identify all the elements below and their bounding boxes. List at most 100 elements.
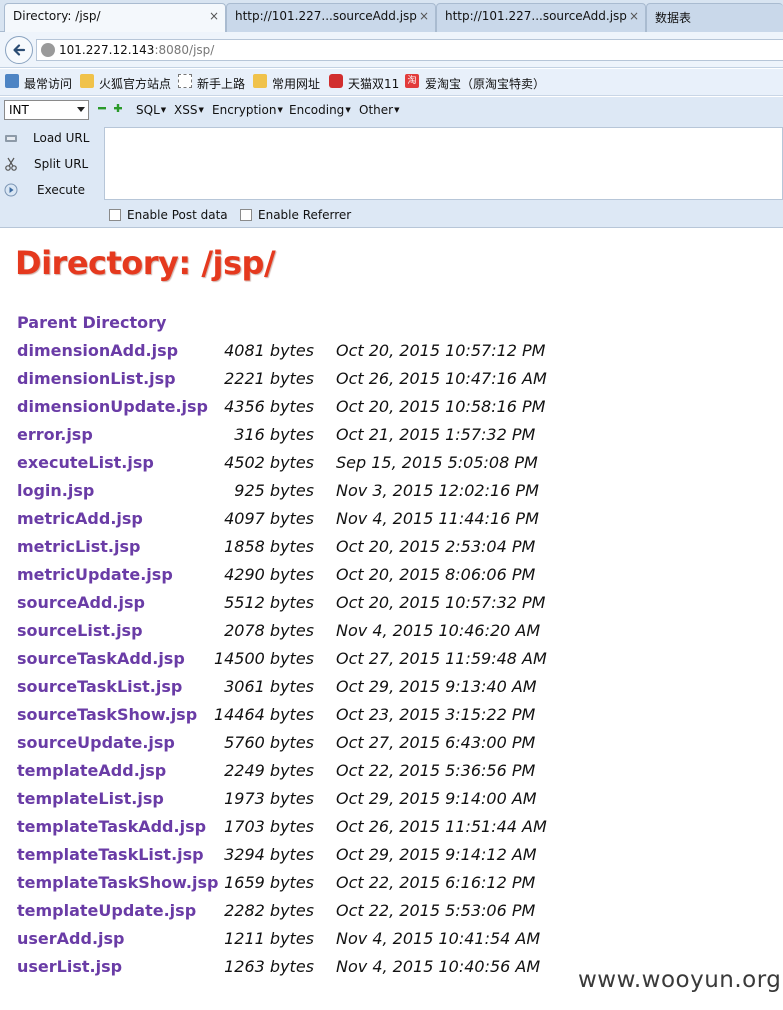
table-row: dimensionAdd.jsp 4081 bytes Oct 20, 2015 1… xyxy=(0,337,783,365)
plus-icon[interactable] xyxy=(113,103,123,113)
bookmark-tmall[interactable]: 天猫双11 xyxy=(348,75,399,92)
close-icon[interactable]: × xyxy=(419,9,429,23)
tab-datatable[interactable]: 数据表 xyxy=(646,3,783,32)
split-url-button[interactable]: Split URL xyxy=(0,153,100,177)
file-link[interactable]: metricUpdate.jsp xyxy=(17,565,173,584)
table-row: dimensionList.jsp 2221 bytes Oct 26, 2015 … xyxy=(0,365,783,393)
table-row: error.jsp 316 bytes Oct 21, 2015 1:57:32 P… xyxy=(0,421,783,449)
execute-button[interactable]: Execute xyxy=(0,179,100,203)
menu-encryption[interactable]: Encryption▼ xyxy=(212,103,283,117)
file-link[interactable]: metricList.jsp xyxy=(17,537,140,556)
file-date: Oct 29, 2015 9:14:12 AM xyxy=(336,845,537,864)
parent-directory-link[interactable]: Parent Directory xyxy=(17,313,166,332)
enable-post-data-checkbox[interactable]: Enable Post data xyxy=(109,208,228,222)
bookmark-most-visited[interactable]: 最常访问 xyxy=(24,75,72,92)
execute-label: Execute xyxy=(37,183,85,197)
load-url-button[interactable]: Load URL xyxy=(0,127,100,151)
folder-icon xyxy=(80,74,94,88)
file-date: Nov 4, 2015 10:40:56 AM xyxy=(336,957,541,976)
tab-bar: Directory: /jsp/ × http://101.227...sour… xyxy=(0,0,783,33)
load-url-label: Load URL xyxy=(33,131,90,145)
file-link[interactable]: templateList.jsp xyxy=(17,789,164,808)
tmall-icon xyxy=(329,74,343,88)
file-size: 4081 bytes xyxy=(224,341,314,360)
file-link[interactable]: metricAdd.jsp xyxy=(17,509,143,528)
bookmark-taobao[interactable]: 爱淘宝（原淘宝特卖） xyxy=(425,75,545,92)
file-link[interactable]: templateTaskShow.jsp xyxy=(17,873,218,892)
table-row: sourceTaskAdd.jsp 14500 bytes Oct 27, 2015… xyxy=(0,645,783,673)
file-link[interactable]: templateTaskList.jsp xyxy=(17,845,204,864)
menu-xss[interactable]: XSS▼ xyxy=(174,103,204,117)
tab-sourceadd-1[interactable]: http://101.227...sourceAdd.jsp × xyxy=(226,3,436,32)
file-link[interactable]: sourceTaskAdd.jsp xyxy=(17,649,185,668)
table-row: sourceTaskList.jsp 3061 bytes Oct 29, 2015… xyxy=(0,673,783,701)
close-icon[interactable]: × xyxy=(629,9,639,23)
back-button[interactable] xyxy=(5,36,33,64)
file-link[interactable]: userList.jsp xyxy=(17,957,122,976)
folder-icon xyxy=(253,74,267,88)
file-link[interactable]: error.jsp xyxy=(17,425,93,444)
table-row: sourceList.jsp 2078 bytes Nov 4, 2015 10:4… xyxy=(0,617,783,645)
file-link[interactable]: templateUpdate.jsp xyxy=(17,901,196,920)
url-bar[interactable]: 101.227.12.143:8080/jsp/ xyxy=(36,39,783,61)
minus-icon[interactable] xyxy=(97,103,107,113)
play-icon xyxy=(4,183,18,197)
close-icon[interactable]: × xyxy=(209,9,219,23)
menu-encoding[interactable]: Encoding▼ xyxy=(289,103,351,117)
menu-label: SQL xyxy=(136,103,160,117)
file-link[interactable]: dimensionAdd.jsp xyxy=(17,341,178,360)
file-size: 1703 bytes xyxy=(224,817,314,836)
caret-down-icon: ▼ xyxy=(160,106,167,114)
table-row: sourceAdd.jsp 5512 bytes Oct 20, 2015 10:5… xyxy=(0,589,783,617)
file-date: Oct 27, 2015 6:43:00 PM xyxy=(336,733,536,752)
file-link[interactable]: sourceList.jsp xyxy=(17,621,143,640)
table-row: sourceTaskShow.jsp 14464 bytes Oct 23, 201… xyxy=(0,701,783,729)
file-size: 1263 bytes xyxy=(224,957,314,976)
file-date: Oct 20, 2015 10:58:16 PM xyxy=(336,397,546,416)
file-link[interactable]: sourceTaskList.jsp xyxy=(17,677,182,696)
file-link[interactable]: sourceAdd.jsp xyxy=(17,593,145,612)
back-arrow-icon xyxy=(13,44,26,56)
file-size: 2078 bytes xyxy=(224,621,314,640)
file-link[interactable]: sourceUpdate.jsp xyxy=(17,733,175,752)
file-date: Oct 22, 2015 5:53:06 PM xyxy=(336,901,536,920)
bookmark-getting-started[interactable]: 新手上路 xyxy=(197,75,245,92)
table-row: templateTaskShow.jsp 1659 bytes Oct 22, 20… xyxy=(0,869,783,897)
file-link[interactable]: userAdd.jsp xyxy=(17,929,124,948)
file-link[interactable]: dimensionList.jsp xyxy=(17,369,176,388)
file-link[interactable]: executeList.jsp xyxy=(17,453,154,472)
file-link[interactable]: templateTaskAdd.jsp xyxy=(17,817,206,836)
url-textarea[interactable] xyxy=(104,127,783,200)
type-select[interactable]: INT xyxy=(4,100,89,120)
page-title: Directory: /jsp/ xyxy=(15,244,276,282)
checkbox-label: Enable Post data xyxy=(127,208,228,222)
menu-label: Encryption xyxy=(212,103,277,117)
table-row: templateTaskAdd.jsp 1703 bytes Oct 26, 201… xyxy=(0,813,783,841)
file-date: Oct 20, 2015 10:57:12 PM xyxy=(336,341,546,360)
file-size: 1211 bytes xyxy=(224,929,314,948)
file-date: Oct 26, 2015 10:47:16 AM xyxy=(336,369,547,388)
file-date: Oct 29, 2015 9:13:40 AM xyxy=(336,677,537,696)
file-size: 14464 bytes xyxy=(213,705,314,724)
tab-sourceadd-2[interactable]: http://101.227...sourceAdd.jsp × xyxy=(436,3,646,32)
menu-sql[interactable]: SQL▼ xyxy=(136,103,166,117)
caret-down-icon: ▼ xyxy=(277,106,283,114)
file-date: Sep 15, 2015 5:05:08 PM xyxy=(336,453,538,472)
file-link[interactable]: sourceTaskShow.jsp xyxy=(17,705,197,724)
file-date: Nov 3, 2015 12:02:16 PM xyxy=(336,481,539,500)
file-size: 1659 bytes xyxy=(224,873,314,892)
checkbox-label: Enable Referrer xyxy=(258,208,352,222)
file-link[interactable]: dimensionUpdate.jsp xyxy=(17,397,208,416)
menu-other[interactable]: Other▼ xyxy=(359,103,399,117)
file-date: Oct 29, 2015 9:14:00 AM xyxy=(336,789,537,808)
bookmark-firefox-site[interactable]: 火狐官方站点 xyxy=(99,75,171,92)
checkbox-box xyxy=(240,209,252,221)
watermark: www.wooyun.org xyxy=(578,967,782,993)
bookmark-common-sites[interactable]: 常用网址 xyxy=(272,75,320,92)
url-path: :8080/jsp/ xyxy=(154,43,215,57)
enable-referrer-checkbox[interactable]: Enable Referrer xyxy=(240,208,351,222)
file-size: 14500 bytes xyxy=(213,649,314,668)
file-link[interactable]: templateAdd.jsp xyxy=(17,761,166,780)
file-link[interactable]: login.jsp xyxy=(17,481,94,500)
tab-directory-jsp[interactable]: Directory: /jsp/ × xyxy=(4,3,226,33)
